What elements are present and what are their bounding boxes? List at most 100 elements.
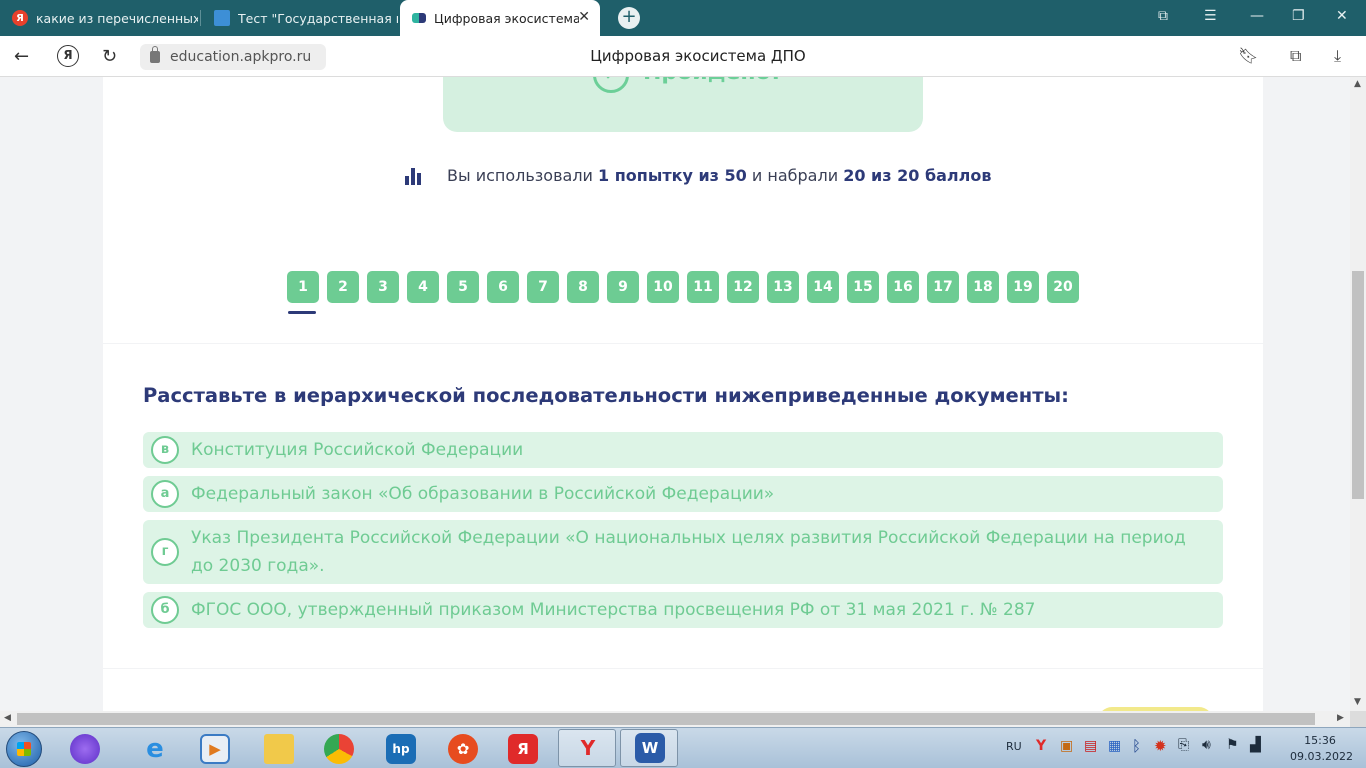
file-explorer-icon[interactable] bbox=[264, 734, 294, 764]
question-number-button[interactable]: 18 bbox=[967, 271, 999, 303]
question-number-button[interactable]: 4 bbox=[407, 271, 439, 303]
lock-icon bbox=[150, 46, 160, 63]
volume-icon[interactable]: 🔊︎ bbox=[1202, 737, 1211, 753]
answer-letter: а bbox=[151, 480, 179, 508]
question-number-button[interactable]: 5 bbox=[447, 271, 479, 303]
media-app-icon[interactable]: ✿ bbox=[448, 734, 478, 764]
usb-icon[interactable]: ⎘ bbox=[1178, 737, 1189, 753]
taskbar: e ▶ hp ✿ Я Y W RU Y ▣ ▤ ▦ ᛒ ✹ ⎘ 🔊︎ ⚑ ▟ 1… bbox=[0, 727, 1366, 768]
question-number-button[interactable]: 16 bbox=[887, 271, 919, 303]
passed-banner: ✓ Пройдено! bbox=[443, 77, 923, 132]
book-icon bbox=[214, 10, 230, 26]
reader-icon[interactable]: ⧉ bbox=[1290, 46, 1301, 66]
question-card: Расставьте в иерархической последователь… bbox=[103, 344, 1263, 668]
bar-chart-icon bbox=[403, 165, 423, 185]
question-number-button[interactable]: 10 bbox=[647, 271, 679, 303]
answer-text: Конституция Российской Федерации bbox=[191, 440, 524, 460]
stats-score: 20 из 20 баллов bbox=[843, 165, 992, 185]
result-card: ✓ Пройдено! Вы использовали 1 попытку из… bbox=[103, 77, 1263, 343]
question-number-button[interactable]: 14 bbox=[807, 271, 839, 303]
clock[interactable]: 15:36 09.03.2022 bbox=[1290, 733, 1353, 765]
signal-icon[interactable]: ▟ bbox=[1250, 737, 1261, 753]
tab-title: какие из перечисленных т bbox=[36, 10, 198, 26]
stats-prefix: Вы использовали bbox=[447, 165, 593, 185]
scroll-corner bbox=[1350, 711, 1366, 727]
scroll-right-icon[interactable]: ▶ bbox=[1337, 713, 1344, 723]
network-app-icon[interactable]: ▦ bbox=[1108, 738, 1121, 754]
media-player-icon[interactable]: ▶ bbox=[200, 734, 230, 764]
taskbar-window-word[interactable]: W bbox=[620, 729, 678, 767]
word-icon: W bbox=[635, 733, 665, 763]
taskbar-window-browser[interactable]: Y bbox=[558, 729, 616, 767]
yandex-browser-icon: Y bbox=[580, 736, 596, 760]
question-number-button[interactable]: 7 bbox=[527, 271, 559, 303]
close-window-icon[interactable]: ✕ bbox=[1336, 8, 1348, 24]
question-number-button[interactable]: 12 bbox=[727, 271, 759, 303]
browser-tab-strip: Я какие из перечисленных т Тест "Государ… bbox=[0, 0, 1366, 36]
app-tray-icon[interactable]: ▣ bbox=[1060, 738, 1073, 754]
answer-item[interactable]: б ФГОС ООО, утвержденный приказом Минист… bbox=[143, 592, 1223, 628]
question-text: Расставьте в иерархической последователь… bbox=[143, 384, 1069, 407]
yandex-button-icon[interactable]: Я bbox=[57, 45, 79, 67]
yandex-icon[interactable]: Я bbox=[508, 734, 538, 764]
url-field[interactable]: education.apkpro.ru bbox=[140, 44, 326, 70]
attempt-stats: Вы использовали 1 попытку из 50 и набрал… bbox=[403, 165, 991, 185]
question-number-button[interactable]: 3 bbox=[367, 271, 399, 303]
minimize-icon[interactable]: — bbox=[1250, 8, 1264, 24]
back-icon[interactable]: ← bbox=[14, 46, 29, 67]
vertical-scroll-thumb[interactable] bbox=[1352, 271, 1364, 499]
tab-title: Тест "Государственная пол bbox=[238, 10, 398, 26]
chrome-icon[interactable] bbox=[324, 734, 354, 764]
answer-item[interactable]: а Федеральный закон «Об образовании в Ро… bbox=[143, 476, 1223, 512]
question-number-button[interactable]: 8 bbox=[567, 271, 599, 303]
close-tab-icon[interactable]: ✕ bbox=[578, 9, 590, 25]
bluetooth-icon[interactable]: ᛒ bbox=[1132, 737, 1141, 755]
question-number-button[interactable]: 9 bbox=[607, 271, 639, 303]
question-number-button[interactable]: 17 bbox=[927, 271, 959, 303]
tab-divider bbox=[200, 10, 201, 26]
url-text: education.apkpro.ru bbox=[170, 49, 312, 65]
question-number-button[interactable]: 2 bbox=[327, 271, 359, 303]
question-number-button[interactable]: 15 bbox=[847, 271, 879, 303]
alice-assistant-icon[interactable] bbox=[70, 734, 100, 764]
question-number-button[interactable]: 6 bbox=[487, 271, 519, 303]
scroll-left-icon[interactable]: ◀ bbox=[4, 713, 11, 723]
page-title: Цифровая экосистема ДПО bbox=[590, 47, 806, 65]
yandex-icon: Я bbox=[12, 10, 28, 26]
tab-search[interactable]: Я какие из перечисленных т bbox=[0, 0, 198, 36]
tab-active[interactable]: Цифровая экосистема ДПО ✕ bbox=[400, 0, 600, 36]
vertical-scrollbar[interactable]: ▲ ▼ bbox=[1350, 77, 1366, 711]
download-icon[interactable]: ⤓ bbox=[1334, 46, 1341, 66]
flag-icon[interactable]: ⚑ bbox=[1226, 737, 1239, 753]
scroll-down-icon[interactable]: ▼ bbox=[1354, 697, 1361, 707]
question-number-button[interactable]: 11 bbox=[687, 271, 719, 303]
question-number-button[interactable]: 20 bbox=[1047, 271, 1079, 303]
question-navigator: 1 2 3 4 5 6 7 8 9 10 11 12 13 14 15 16 17 18 19 20 bbox=[287, 271, 1087, 314]
answer-text: ФГОС ООО, утвержденный приказом Министер… bbox=[191, 600, 1036, 620]
hp-icon[interactable]: hp bbox=[386, 734, 416, 764]
security-tray-icon[interactable]: ✹ bbox=[1154, 737, 1167, 755]
question-number-button[interactable]: 1 bbox=[287, 271, 319, 314]
question-number-button[interactable]: 19 bbox=[1007, 271, 1039, 303]
pdf-tray-icon[interactable]: ▤ bbox=[1084, 738, 1097, 754]
horizontal-scroll-thumb[interactable] bbox=[17, 713, 1315, 725]
site-logo-icon bbox=[412, 13, 426, 23]
internet-explorer-icon[interactable]: e bbox=[140, 734, 170, 764]
answer-item[interactable]: г Указ Президента Российской Федерации «… bbox=[143, 520, 1223, 584]
language-indicator[interactable]: RU bbox=[1006, 740, 1022, 753]
start-button[interactable] bbox=[6, 731, 42, 767]
reload-icon[interactable]: ↻ bbox=[102, 46, 117, 67]
answer-item[interactable]: в Конституция Российской Федерации bbox=[143, 432, 1223, 468]
horizontal-scrollbar[interactable]: ◀ ▶ bbox=[0, 711, 1350, 727]
menu-icon[interactable]: ☰ bbox=[1204, 8, 1217, 24]
new-tab-button[interactable]: + bbox=[618, 7, 640, 29]
yandex-tray-icon[interactable]: Y bbox=[1036, 738, 1046, 754]
tab-test[interactable]: Тест "Государственная пол bbox=[202, 0, 398, 36]
scroll-up-icon[interactable]: ▲ bbox=[1354, 79, 1361, 89]
answer-letter: г bbox=[151, 538, 179, 566]
bookmark-icon[interactable]: 🔖︎ bbox=[1238, 46, 1258, 65]
restore-icon[interactable]: ❐ bbox=[1292, 8, 1305, 24]
bookmarks-panel-icon[interactable]: ⧉ bbox=[1158, 8, 1168, 24]
answer-letter: в bbox=[151, 436, 179, 464]
question-number-button[interactable]: 13 bbox=[767, 271, 799, 303]
